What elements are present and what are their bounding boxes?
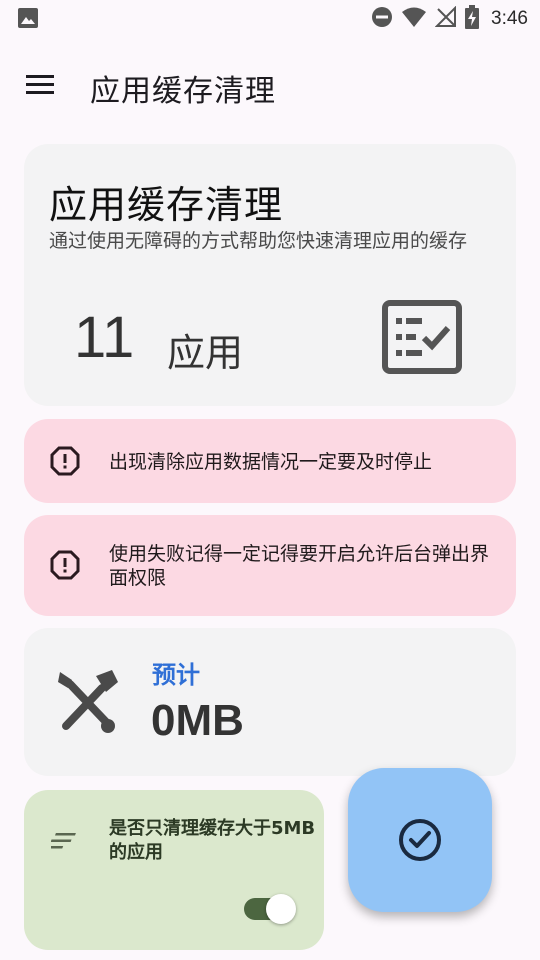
warning-octagon-icon bbox=[50, 446, 80, 480]
tools-icon bbox=[52, 666, 120, 742]
summary-card: 应用缓存清理 通过使用无障碍的方式帮助您快速清理应用的缓存 11 应用 bbox=[24, 144, 516, 406]
checklist-icon bbox=[382, 300, 462, 378]
status-time: 3:46 bbox=[491, 8, 528, 29]
check-circle-icon bbox=[399, 819, 441, 861]
warning-text: 出现清除应用数据情况一定要及时停止 bbox=[109, 451, 433, 473]
estimate-label: 预计 bbox=[152, 661, 200, 689]
image-icon bbox=[17, 7, 39, 33]
filter-label: 是否只清理缓存大于5MB 的应用 bbox=[109, 818, 316, 863]
do-not-disturb-icon bbox=[371, 6, 393, 32]
app-count-unit: 应用 bbox=[167, 331, 244, 375]
start-clean-button[interactable] bbox=[348, 768, 492, 912]
warning-card: 使用失败记得一定记得要开启允许后台弹出界面权限 bbox=[24, 515, 516, 616]
warning-card: 出现清除应用数据情况一定要及时停止 bbox=[24, 419, 516, 503]
app-title: 应用缓存清理 bbox=[90, 74, 276, 109]
menu-icon bbox=[26, 75, 54, 94]
battery-charging-icon bbox=[465, 5, 480, 33]
toggle-thumb bbox=[266, 894, 296, 924]
wifi-icon bbox=[401, 6, 427, 32]
warning-octagon-icon bbox=[50, 550, 80, 584]
estimate-value: 0MB bbox=[151, 696, 244, 745]
filter-card: 是否只清理缓存大于5MB 的应用 bbox=[24, 790, 324, 950]
card-subtitle: 通过使用无障碍的方式帮助您快速清理应用的缓存 bbox=[49, 230, 468, 252]
status-bar: 3:46 bbox=[0, 0, 540, 36]
app-count: 11 bbox=[74, 305, 135, 370]
card-title: 应用缓存清理 bbox=[49, 183, 284, 227]
filter-toggle[interactable] bbox=[242, 888, 298, 924]
menu-button[interactable] bbox=[22, 68, 62, 100]
warning-text: 使用失败记得一定记得要开启允许后台弹出界面权限 bbox=[109, 543, 490, 589]
app-bar: 应用缓存清理 bbox=[0, 54, 540, 118]
estimate-card: 预计 0MB bbox=[24, 628, 516, 776]
sort-icon bbox=[46, 830, 81, 856]
no-signal-icon bbox=[434, 5, 457, 32]
